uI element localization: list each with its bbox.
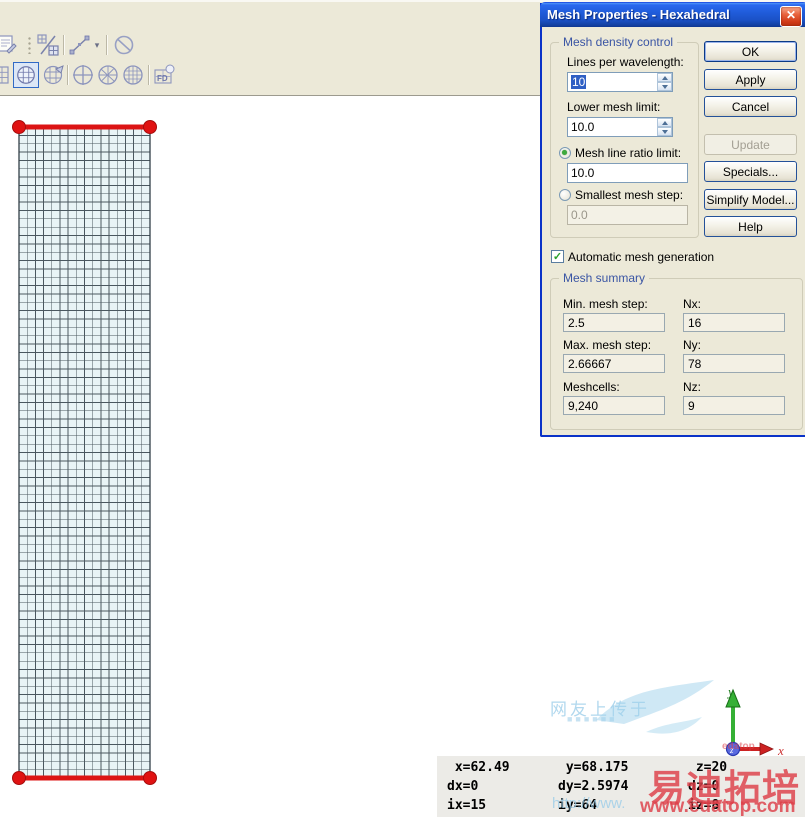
close-icon[interactable]: ✕ xyxy=(780,6,802,27)
smallest-mesh-step-value: 0.0 xyxy=(571,208,588,222)
mesh-density-caption: Mesh density control xyxy=(559,35,678,49)
axis-y-label: y xyxy=(726,684,734,699)
fd-mesh-icon[interactable]: FD xyxy=(152,63,176,87)
simplify-model-button[interactable]: Simplify Model... xyxy=(704,189,797,210)
lines-per-wavelength-stepper[interactable] xyxy=(657,73,672,91)
apply-button[interactable]: Apply xyxy=(704,69,797,90)
ok-button[interactable]: OK xyxy=(704,41,797,62)
mesh-summary-group: Mesh summary Min. mesh step: 2.5 Nx: 16 … xyxy=(550,271,803,430)
mesh-line-ratio-input[interactable]: 10.0 xyxy=(567,163,688,183)
lines-per-wavelength-input[interactable]: 10 xyxy=(567,72,673,92)
vertex-handle[interactable] xyxy=(143,120,157,134)
meshed-solid[interactable] xyxy=(8,116,162,790)
vertex-handle[interactable] xyxy=(12,120,26,134)
dialog-titlebar[interactable]: Mesh Properties - Hexahedral xyxy=(540,2,805,27)
template-icon[interactable] xyxy=(0,32,18,56)
mesh-surface-icon[interactable] xyxy=(42,63,66,87)
nx-label: Nx: xyxy=(683,297,701,311)
max-mesh-step-label: Max. mesh step: xyxy=(563,338,652,352)
cancel-button[interactable]: Cancel xyxy=(704,96,797,117)
application-window: ▾ FD x=62.49 dx=0 ix=15 y=68.175 dy=2.59… xyxy=(0,0,805,817)
lower-mesh-limit-label: Lower mesh limit: xyxy=(567,100,661,114)
lower-mesh-limit-value: 10.0 xyxy=(571,120,595,134)
nz-field: 9 xyxy=(683,396,785,415)
smallest-mesh-step-label: Smallest mesh step: xyxy=(575,188,684,202)
clipped-grid-icon[interactable] xyxy=(0,63,12,87)
mesh-properties-icon[interactable] xyxy=(36,33,60,57)
coordinate-readout-x: x=62.49 dx=0 ix=15 xyxy=(447,760,510,813)
spin-up-icon[interactable] xyxy=(657,118,672,127)
mesh-plane-y-icon[interactable] xyxy=(121,63,145,87)
min-mesh-step-field: 2.5 xyxy=(563,313,665,332)
ny-field: 78 xyxy=(683,354,785,373)
coordinate-readout-y: y=68.175 dy=2.5974 iy=64 xyxy=(558,760,629,813)
spin-up-icon[interactable] xyxy=(657,73,672,82)
mesh-line-ratio-radio[interactable] xyxy=(559,147,571,159)
axis-cross-icon[interactable] xyxy=(71,63,95,87)
axes-indicator: y z x xyxy=(725,684,784,758)
smallest-mesh-step-radio[interactable] xyxy=(559,189,571,201)
lines-per-wavelength-label: Lines per wavelength: xyxy=(567,55,684,69)
mesh-density-group: Mesh density control Lines per wavelengt… xyxy=(550,35,699,238)
mesh-view-icon[interactable] xyxy=(13,62,39,88)
spin-down-icon[interactable] xyxy=(657,82,672,91)
nz-label: Nz: xyxy=(683,380,701,394)
toolbar-row-1: ▾ xyxy=(0,30,300,60)
mesh-properties-dialog: Mesh Properties - Hexahedral ✕ Mesh dens… xyxy=(540,2,805,437)
lower-mesh-limit-stepper[interactable] xyxy=(657,118,672,136)
toolbar-separator xyxy=(148,65,150,85)
toolbar-grip[interactable] xyxy=(28,36,31,54)
max-mesh-step-field: 2.66667 xyxy=(563,354,665,373)
toolbar-separator xyxy=(63,35,65,55)
curve-tool-dropdown-icon[interactable]: ▾ xyxy=(91,33,103,57)
vertex-handle[interactable] xyxy=(143,771,157,785)
automatic-mesh-checkbox[interactable]: ✓ xyxy=(551,250,564,263)
mesh-line-ratio-label: Mesh line ratio limit: xyxy=(575,146,682,160)
min-mesh-step-label: Min. mesh step: xyxy=(563,297,648,311)
axis-x-label: x xyxy=(777,743,784,758)
toolbar-separator xyxy=(67,65,69,85)
ny-label: Ny: xyxy=(683,338,701,352)
mesh-line-ratio-value: 10.0 xyxy=(571,166,595,180)
automatic-mesh-label: Automatic mesh generation xyxy=(568,250,715,264)
toolbar-row-2: FD xyxy=(0,60,300,90)
meshcells-label: Meshcells: xyxy=(563,380,620,394)
disable-mesh-icon[interactable] xyxy=(112,33,136,57)
specials-button[interactable]: Specials... xyxy=(704,161,797,182)
mesh-summary-caption: Mesh summary xyxy=(559,271,650,285)
spin-down-icon[interactable] xyxy=(657,127,672,136)
meshcells-field: 9,240 xyxy=(563,396,665,415)
help-button[interactable]: Help xyxy=(704,216,797,237)
vertex-handle[interactable] xyxy=(12,771,26,785)
smallest-mesh-step-input: 0.0 xyxy=(567,205,688,225)
toolbar-separator xyxy=(106,35,108,55)
lines-per-wavelength-value: 10 xyxy=(571,75,587,89)
update-button: Update xyxy=(704,134,797,155)
curve-tool-icon[interactable] xyxy=(68,33,92,57)
nx-field: 16 xyxy=(683,313,785,332)
svg-text:FD: FD xyxy=(157,74,168,83)
mesh-plane-z-icon[interactable] xyxy=(96,63,120,87)
axis-z-label: z xyxy=(729,745,734,755)
dialog-title: Mesh Properties - Hexahedral xyxy=(547,7,730,22)
lower-mesh-limit-input[interactable]: 10.0 xyxy=(567,117,673,137)
